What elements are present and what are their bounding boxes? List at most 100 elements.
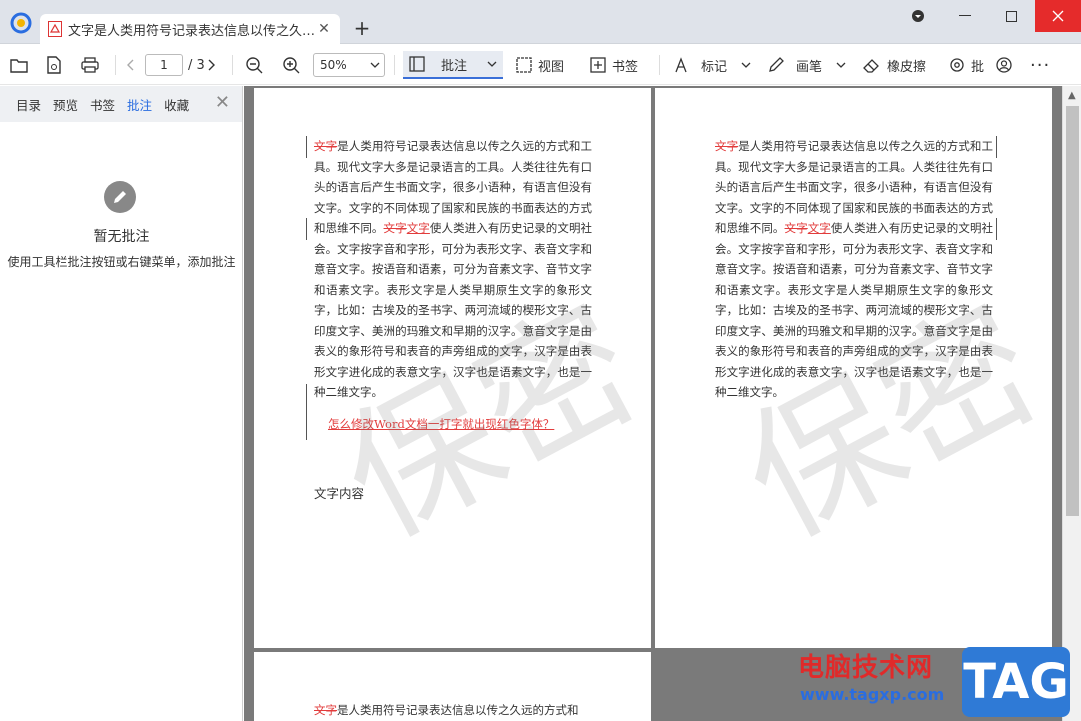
pen-icon bbox=[769, 57, 784, 72]
more-icon: ··· bbox=[1030, 54, 1051, 76]
bookmark-label: 书签 bbox=[612, 59, 639, 75]
batch-label: 批 bbox=[971, 59, 985, 75]
document-tab[interactable]: 文字是人类用符号记录表达信息以传之久远... ✕ bbox=[40, 14, 340, 44]
brand-watermark: 电脑技术网 www.tagxp.com TAG bbox=[790, 645, 1081, 721]
pen-label: 画笔 bbox=[796, 59, 823, 75]
minimize-button[interactable] bbox=[942, 0, 988, 32]
folder-icon bbox=[10, 59, 28, 73]
document-page-3: 文字是人类用符号记录表达信息以传之久远的方式和 bbox=[254, 652, 651, 721]
bookmark-add-icon bbox=[590, 57, 606, 73]
document-viewport[interactable]: 文字是人类用符号记录表达信息以传之久远的方式和工具。现代文字大多是记录语言的工具… bbox=[244, 86, 1062, 721]
mark-button[interactable]: 标记 bbox=[673, 45, 751, 85]
paragraph-text: 是人类用符号记录表达信息以传之久远的方式和 bbox=[337, 703, 579, 717]
zoom-out-icon bbox=[246, 57, 263, 74]
new-tab-button[interactable]: + bbox=[352, 18, 372, 38]
tab-favorites[interactable]: 收藏 bbox=[164, 95, 189, 114]
chevron-right-icon bbox=[208, 59, 215, 71]
export-button[interactable] bbox=[46, 45, 62, 85]
more-button[interactable]: ··· bbox=[1030, 45, 1050, 85]
deleted-text: 文字 bbox=[784, 221, 808, 235]
deleted-text: 文字 bbox=[383, 221, 407, 235]
inserted-text: 文字 bbox=[807, 221, 831, 235]
app-logo-icon bbox=[10, 12, 32, 34]
printer-icon bbox=[81, 57, 99, 73]
zoom-in-button[interactable] bbox=[282, 45, 300, 85]
zoom-in-icon bbox=[283, 57, 300, 74]
maximize-icon bbox=[1005, 10, 1017, 22]
sidebar-panel: 目录 预览 书签 批注 收藏 ✕ 暂无批注 使用工具栏批注按钮或右键菜单，添加批… bbox=[0, 86, 243, 721]
document-page-1: 文字是人类用符号记录表达信息以传之久远的方式和工具。现代文字大多是记录语言的工具… bbox=[254, 88, 651, 648]
close-window-button[interactable] bbox=[1035, 0, 1081, 32]
user-icon bbox=[996, 57, 1012, 73]
prev-page-button[interactable] bbox=[126, 45, 134, 85]
view-label: 视图 bbox=[538, 59, 565, 75]
menu-dropdown-button[interactable] bbox=[895, 0, 941, 32]
tab-annotations[interactable]: 批注 bbox=[127, 95, 152, 114]
toolbar-separator bbox=[659, 55, 660, 75]
tab-close-icon[interactable]: ✕ bbox=[316, 21, 332, 37]
annotate-mode-label: 批注 bbox=[441, 58, 468, 74]
chevron-circle-down-icon bbox=[912, 10, 924, 22]
tab-preview[interactable]: 预览 bbox=[53, 95, 78, 114]
gear-icon bbox=[950, 58, 964, 72]
next-page-button[interactable] bbox=[208, 45, 216, 85]
eraser-icon bbox=[863, 59, 879, 73]
change-bar bbox=[306, 136, 307, 158]
document-page-2: 文字是人类用符号记录表达信息以传之久远的方式和工具。现代文字大多是记录语言的工具… bbox=[655, 88, 1052, 648]
file-export-icon bbox=[47, 56, 61, 74]
brand-tag-logo: TAG bbox=[962, 647, 1070, 717]
mark-label: 标记 bbox=[701, 59, 728, 75]
account-button[interactable] bbox=[996, 45, 1012, 85]
sidebar-tabs: 目录 预览 书签 批注 收藏 ✕ bbox=[0, 86, 242, 122]
change-bar bbox=[996, 218, 997, 240]
brand-name: 电脑技术网 bbox=[798, 653, 934, 683]
scrollbar-thumb[interactable] bbox=[1066, 106, 1079, 516]
chevron-down-icon bbox=[741, 62, 751, 68]
tab-bookmarks[interactable]: 书签 bbox=[90, 95, 115, 114]
deleted-text: 文字 bbox=[314, 703, 337, 717]
vertical-scrollbar[interactable]: ▲ bbox=[1062, 86, 1081, 721]
zoom-out-button[interactable] bbox=[245, 45, 263, 85]
change-bar bbox=[306, 218, 307, 240]
brand-url: www.tagxp.com bbox=[800, 685, 945, 704]
open-file-button[interactable] bbox=[10, 45, 28, 85]
scroll-up-arrow-icon[interactable]: ▲ bbox=[1068, 90, 1076, 101]
chevron-down-icon bbox=[370, 62, 380, 68]
empty-state-description: 使用工具栏批注按钮或右键菜单，添加批注 bbox=[7, 255, 236, 269]
view-icon bbox=[516, 57, 532, 73]
toolbar-separator bbox=[394, 55, 395, 75]
eraser-button[interactable]: 橡皮擦 bbox=[863, 45, 926, 85]
edit-pencil-icon bbox=[104, 181, 136, 213]
sidebar-close-icon[interactable]: ✕ bbox=[215, 94, 230, 112]
empty-state-title: 暂无批注 bbox=[93, 229, 150, 245]
toolbar-separator bbox=[232, 55, 233, 75]
batch-button[interactable]: 批 bbox=[949, 45, 984, 85]
print-button[interactable] bbox=[81, 45, 99, 85]
bookmark-button[interactable]: 书签 bbox=[590, 45, 638, 85]
tab-toc[interactable]: 目录 bbox=[16, 95, 41, 114]
page-paragraph: 文字是人类用符号记录表达信息以传之久远的方式和 bbox=[314, 700, 592, 721]
deleted-text: 文字 bbox=[314, 139, 338, 153]
page-number-input[interactable]: 1 bbox=[145, 54, 183, 76]
change-bar bbox=[996, 136, 997, 158]
chevron-down-icon bbox=[836, 62, 846, 68]
view-button[interactable]: 视图 bbox=[516, 45, 564, 85]
maximize-button[interactable] bbox=[988, 0, 1034, 32]
page-total: / 3 bbox=[188, 57, 205, 73]
minimize-icon bbox=[959, 15, 971, 16]
annotate-mode-button[interactable]: 批注 bbox=[403, 51, 503, 79]
zoom-select[interactable]: 50% bbox=[313, 53, 385, 77]
pen-button[interactable]: 画笔 bbox=[768, 45, 846, 85]
toolbar-separator bbox=[115, 55, 116, 75]
close-icon bbox=[1052, 10, 1064, 22]
inserted-text: 文字 bbox=[406, 221, 430, 235]
highlighter-icon bbox=[675, 57, 687, 73]
deleted-text: 文字 bbox=[715, 139, 739, 153]
title-bar: 文字是人类用符号记录表达信息以传之久远... ✕ + bbox=[0, 0, 1081, 44]
main-toolbar: 1 / 3 50% 批注 视图 书签 标记 画笔 橡皮擦 批 ··· bbox=[0, 45, 1081, 85]
zoom-value: 50% bbox=[320, 58, 347, 72]
chevron-left-icon bbox=[127, 59, 134, 71]
chevron-down-icon bbox=[487, 61, 497, 67]
pdf-file-icon bbox=[48, 21, 62, 37]
eraser-label: 橡皮擦 bbox=[887, 59, 927, 75]
